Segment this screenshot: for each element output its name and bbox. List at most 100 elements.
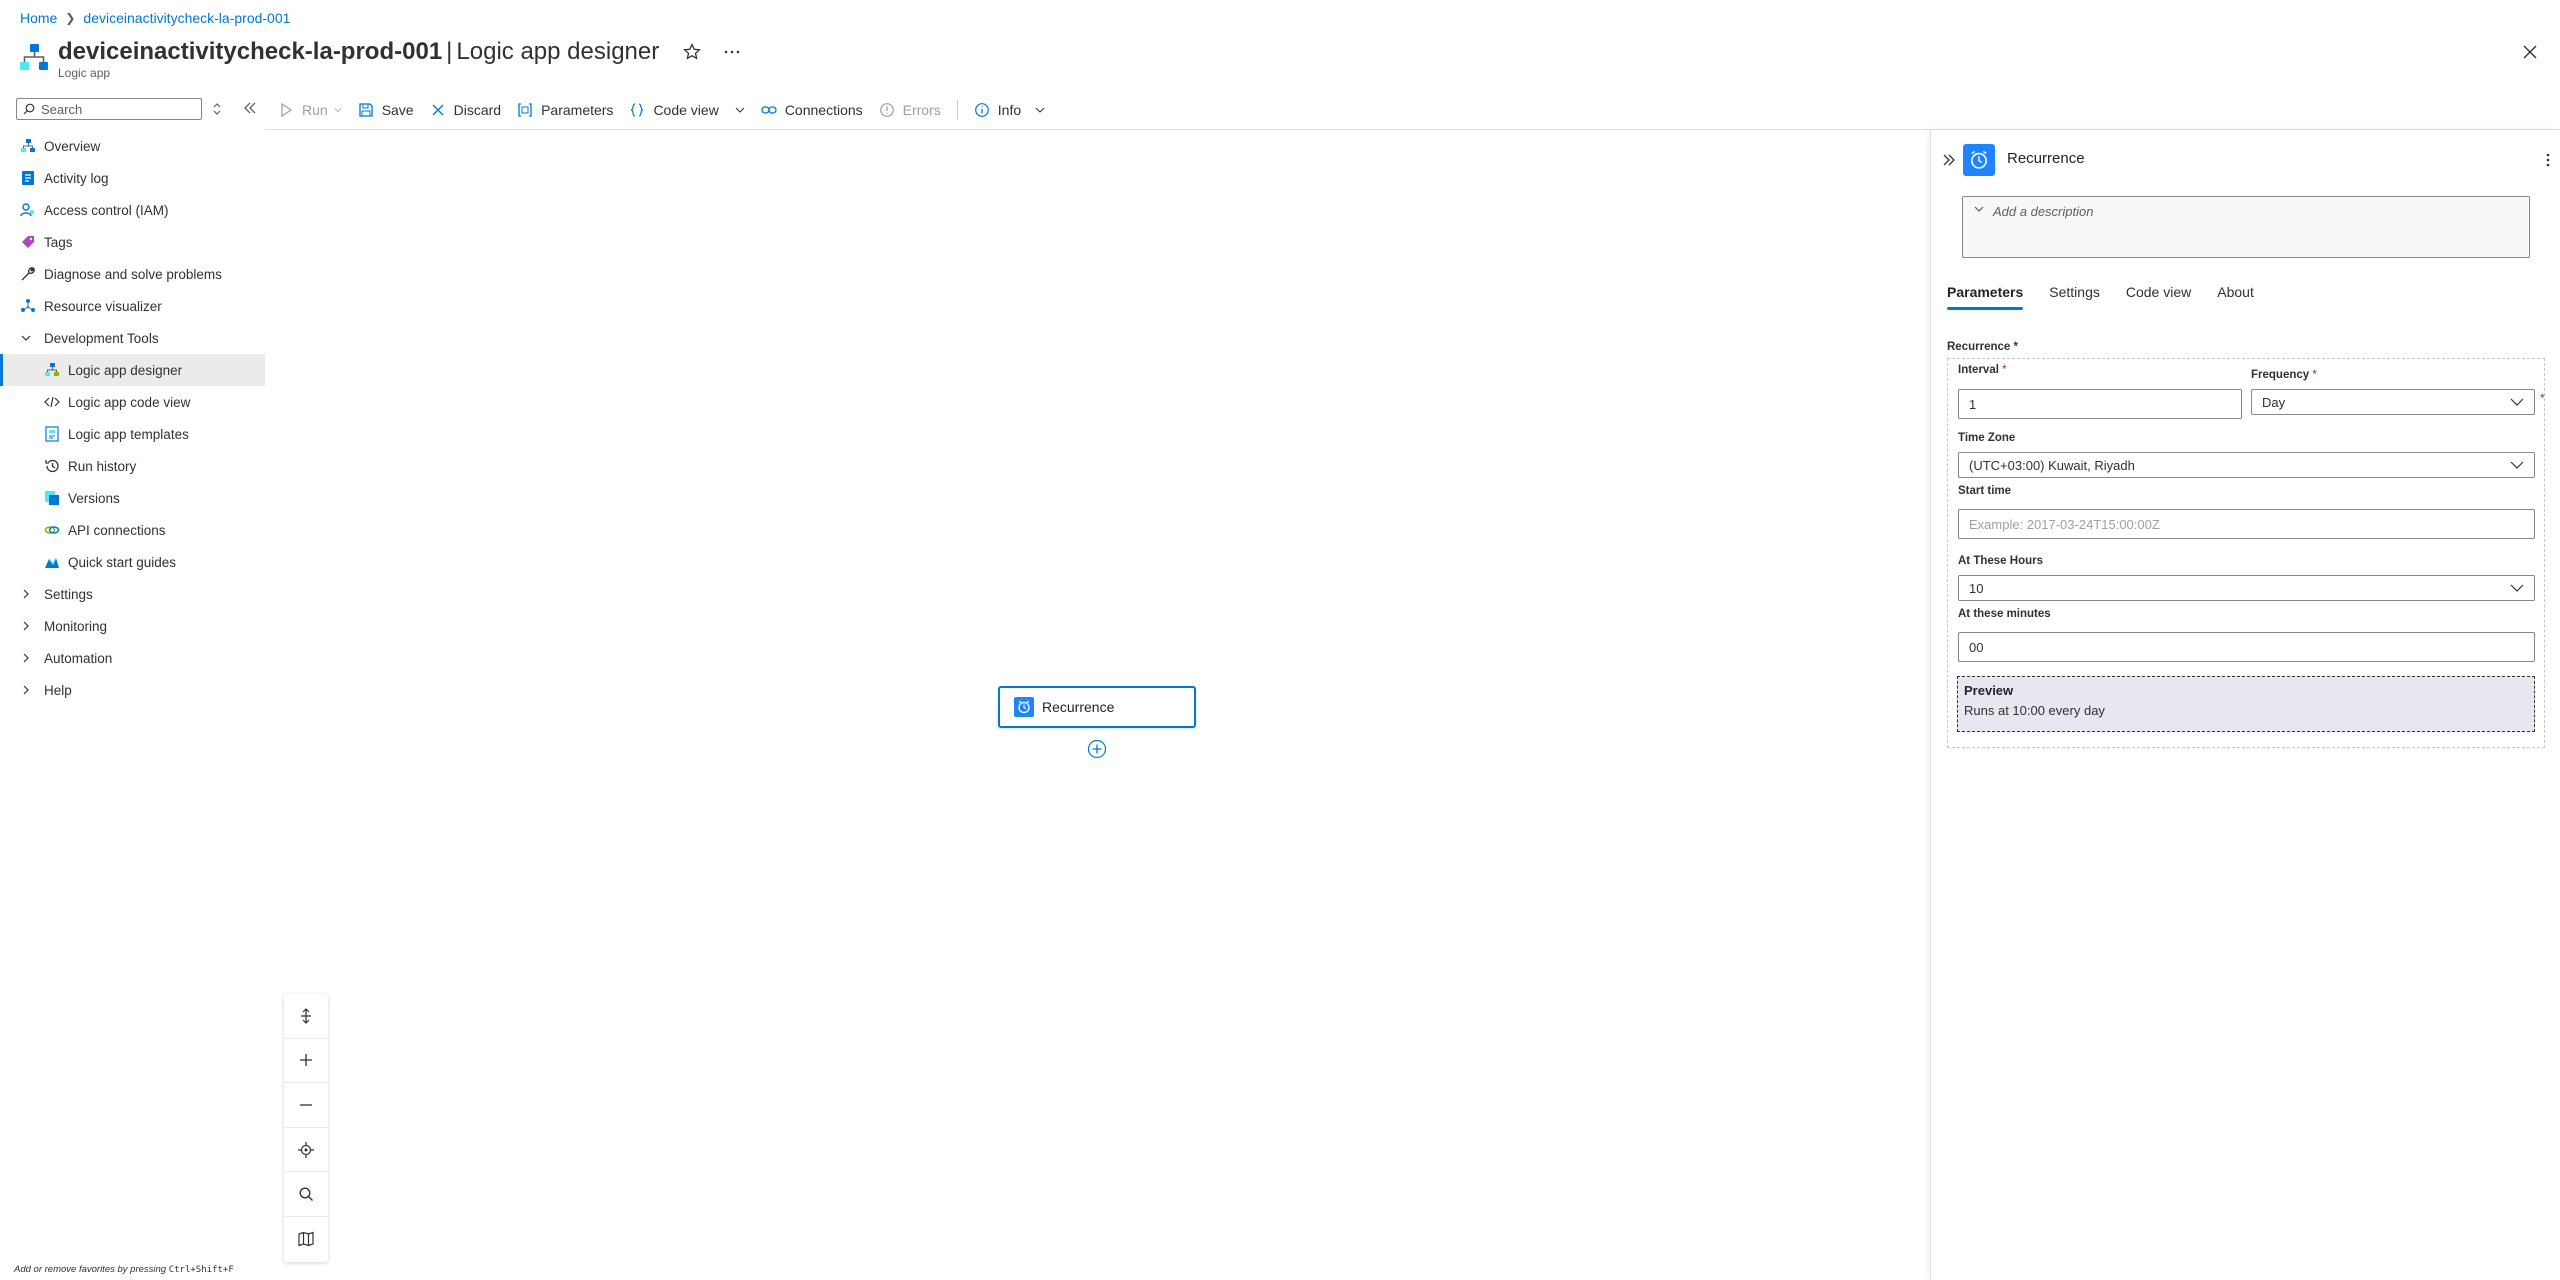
sidebar-item-overview[interactable]: Overview bbox=[0, 130, 265, 162]
sidebar-item-iam[interactable]: Access control (IAM) bbox=[0, 194, 265, 226]
timezone-label: Time Zone bbox=[1958, 432, 2016, 444]
sidebar-item-logic-app-code-view[interactable]: Logic app code view bbox=[0, 386, 265, 418]
chevron-right-icon bbox=[23, 589, 29, 599]
discard-button[interactable]: Discard bbox=[430, 102, 501, 118]
frequency-dropdown[interactable]: Day bbox=[2251, 389, 2535, 415]
interval-input[interactable]: 1 bbox=[1958, 389, 2242, 419]
errors-button[interactable]: Errors bbox=[879, 102, 941, 118]
sidebar-item-versions[interactable]: Versions bbox=[0, 482, 265, 514]
sidebar-group-development-tools[interactable]: Development Tools bbox=[0, 322, 265, 354]
resource-name: deviceinactivitycheck-la-prod-001 bbox=[58, 38, 443, 65]
search-icon bbox=[299, 1187, 313, 1202]
description-field[interactable]: Add a description bbox=[1962, 196, 2530, 258]
tab-settings[interactable]: Settings bbox=[2049, 280, 2100, 310]
panel-title[interactable]: Recurrence bbox=[2007, 150, 2085, 167]
chevron-right-icon bbox=[23, 653, 29, 663]
breadcrumb-home[interactable]: Home bbox=[20, 10, 57, 26]
sidebar-item-run-history[interactable]: Run history bbox=[0, 450, 265, 482]
sort-icon[interactable] bbox=[210, 102, 224, 116]
more-vertical-icon[interactable] bbox=[2540, 152, 2556, 168]
tab-about[interactable]: About bbox=[2217, 280, 2254, 310]
page-title: deviceinactivitycheck-la-prod-001 | Logic … bbox=[58, 36, 659, 68]
add-step-icon[interactable] bbox=[1087, 739, 1107, 759]
chevron-right-icon bbox=[23, 621, 29, 631]
favorites-hint-keys: Ctrl+Shift+F bbox=[168, 1265, 234, 1275]
sidebar-group-label: Settings bbox=[44, 586, 93, 602]
minus-icon bbox=[300, 1104, 312, 1106]
sidebar-item-label: Resource visualizer bbox=[44, 298, 162, 314]
hours-dropdown[interactable]: 10 bbox=[1958, 575, 2535, 601]
connections-button[interactable]: Connections bbox=[761, 102, 863, 118]
history-icon bbox=[45, 459, 59, 473]
sidebar-item-logic-app-templates[interactable]: Logic app templates bbox=[0, 418, 265, 450]
star-icon[interactable] bbox=[682, 42, 702, 62]
map-icon bbox=[298, 1231, 314, 1247]
interval-value: 1 bbox=[1969, 396, 1977, 412]
trigger-label: Recurrence bbox=[1042, 699, 1115, 715]
more-options-icon[interactable] bbox=[722, 42, 742, 62]
tag-icon bbox=[22, 236, 34, 248]
zoom-out-button[interactable] bbox=[284, 1083, 328, 1128]
run-button[interactable]: Run bbox=[278, 102, 342, 118]
tab-code-view[interactable]: Code view bbox=[2126, 280, 2191, 310]
sidebar-group-settings[interactable]: Settings bbox=[0, 578, 265, 610]
start-time-input[interactable]: Example: 2017-03-24T15:00:00Z bbox=[1958, 509, 2535, 539]
search-box[interactable] bbox=[16, 98, 202, 120]
tab-parameters[interactable]: Parameters bbox=[1947, 280, 2024, 310]
sidebar-item-label: Tags bbox=[44, 234, 73, 250]
sidebar-group-monitoring[interactable]: Monitoring bbox=[0, 610, 265, 642]
code-view-button[interactable]: Code view bbox=[629, 102, 745, 118]
parameters-button[interactable]: Parameters bbox=[517, 102, 613, 118]
expand-panel-icon[interactable] bbox=[1941, 152, 1957, 168]
info-button[interactable]: Info bbox=[974, 102, 1045, 118]
sidebar-group-label: Automation bbox=[44, 650, 113, 666]
schedule-preview: Preview Runs at 10:00 every day bbox=[1957, 676, 2535, 732]
code-icon bbox=[44, 396, 60, 408]
templates-icon bbox=[45, 426, 59, 442]
link-icon bbox=[761, 106, 777, 114]
breadcrumb-resource[interactable]: deviceinactivitycheck-la-prod-001 bbox=[83, 10, 290, 26]
timezone-value: (UTC+03:00) Kuwait, Riyadh bbox=[1969, 457, 2135, 473]
recurrence-label: Recurrence * bbox=[1947, 341, 2018, 353]
sidebar-group-help[interactable]: Help bbox=[0, 674, 265, 706]
sidebar-item-label: Diagnose and solve problems bbox=[44, 266, 222, 282]
quickstart-icon bbox=[45, 557, 59, 568]
search-canvas-button[interactable] bbox=[284, 1172, 328, 1217]
minimap-button[interactable] bbox=[284, 1217, 328, 1262]
sidebar-item-activity-log[interactable]: Activity log bbox=[0, 162, 265, 194]
sidebar-item-logic-app-designer[interactable]: Logic app designer bbox=[0, 354, 265, 386]
sidebar-group-automation[interactable]: Automation bbox=[0, 642, 265, 674]
fit-view-button[interactable] bbox=[284, 994, 328, 1039]
required-mark: * bbox=[2312, 369, 2317, 381]
errors-label: Errors bbox=[902, 102, 941, 118]
frequency-label: Frequency * bbox=[2251, 369, 2317, 381]
start-time-label: Start time bbox=[1958, 485, 2012, 497]
save-icon bbox=[359, 103, 373, 117]
timezone-dropdown[interactable]: (UTC+03:00) Kuwait, Riyadh bbox=[1958, 452, 2535, 478]
chevron-down-icon[interactable] bbox=[735, 105, 745, 115]
recurrence-label-text: Recurrence bbox=[1947, 341, 2011, 353]
info-icon bbox=[974, 103, 989, 117]
zoom-in-button[interactable] bbox=[284, 1039, 328, 1084]
sidebar-item-resource-visualizer[interactable]: Resource visualizer bbox=[0, 290, 265, 322]
sidebar-item-api-connections[interactable]: API connections bbox=[0, 514, 265, 546]
center-view-button[interactable] bbox=[284, 1128, 328, 1173]
collapse-sidebar-icon[interactable] bbox=[242, 100, 258, 116]
required-mark: * bbox=[2013, 341, 2018, 353]
save-label: Save bbox=[381, 102, 414, 118]
breadcrumb: Home ❯ deviceinactivitycheck-la-prod-001 bbox=[20, 8, 290, 28]
sidebar-item-diagnose[interactable]: Diagnose and solve problems bbox=[0, 258, 265, 290]
save-button[interactable]: Save bbox=[358, 102, 414, 118]
sidebar-item-quick-start[interactable]: Quick start guides bbox=[0, 546, 265, 578]
chevron-down-icon bbox=[1035, 107, 1045, 113]
clock-icon bbox=[1014, 697, 1034, 717]
close-icon[interactable] bbox=[2520, 42, 2540, 62]
play-icon bbox=[281, 102, 293, 118]
search-input[interactable] bbox=[41, 101, 191, 117]
recurrence-trigger-card[interactable]: Recurrence bbox=[998, 686, 1196, 728]
minutes-input[interactable]: 00 bbox=[1958, 632, 2535, 662]
chevron-down-icon bbox=[2510, 398, 2524, 406]
sidebar-item-tags[interactable]: Tags bbox=[0, 226, 265, 258]
canvas-controls bbox=[284, 994, 328, 1262]
start-time-placeholder: Example: 2017-03-24T15:00:00Z bbox=[1969, 516, 2160, 532]
